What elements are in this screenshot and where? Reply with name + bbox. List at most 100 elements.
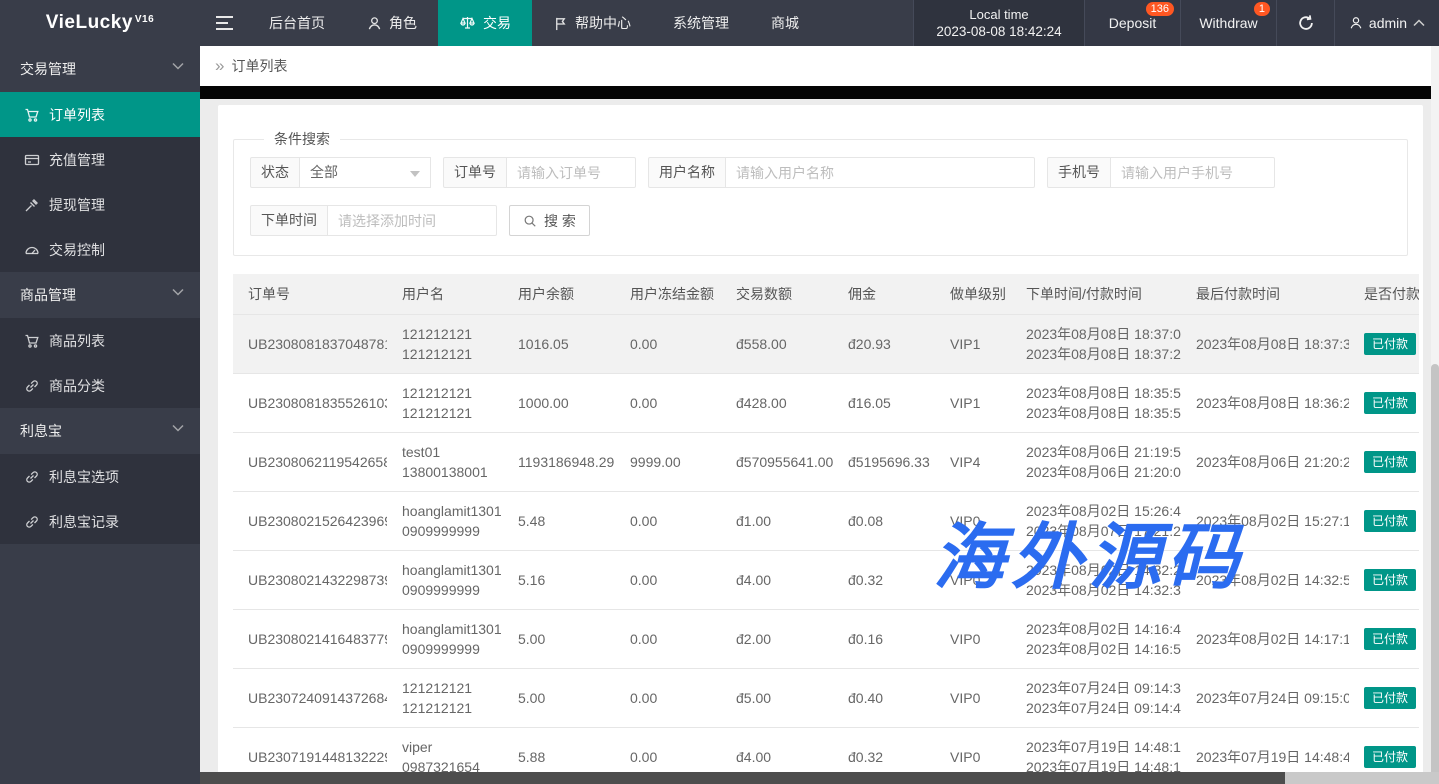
nav-item-help-center[interactable]: 帮助中心 <box>532 0 652 46</box>
nav-item-dashboard[interactable]: 后台首页 <box>248 0 346 46</box>
order-table: 订单号 用户名 用户余额 用户冻结金额 交易数额 佣金 做单级别 下单时间/付款… <box>233 274 1419 784</box>
cell-order-time: 2023年08月02日 14:16:48 2023年08月02日 14:16:5… <box>1011 610 1181 669</box>
sidebar-item-label: 利息宝记录 <box>49 512 119 532</box>
deposit-button[interactable]: Deposit 136 <box>1085 0 1181 46</box>
cell-paid-status: 已付款 <box>1349 374 1419 433</box>
username-input[interactable] <box>725 157 1035 188</box>
cell-order-no: UB2308081835526103 <box>233 374 387 433</box>
username-line1: 121212121 <box>402 678 495 698</box>
cart-icon <box>24 333 40 349</box>
table-row[interactable]: UB2308081837048781 121212121 121212121 1… <box>233 315 1419 374</box>
cell-order-no: UB2308062119542658 <box>233 433 387 492</box>
cell-level: VIP0 <box>935 669 1011 728</box>
tab-strip <box>200 86 1439 99</box>
cell-frozen: 0.00 <box>615 315 721 374</box>
withdraw-button[interactable]: Withdraw 1 <box>1181 0 1277 46</box>
sidebar-item-order-list[interactable]: 订单列表 <box>0 92 200 137</box>
cell-balance: 5.16 <box>503 551 615 610</box>
cell-last-pay-time: 2023年08月08日 18:37:34 <box>1181 315 1349 374</box>
order-time-line2: 2023年08月08日 18:35:58 <box>1026 403 1173 423</box>
order-time-field-group: 下单时间 <box>250 205 497 236</box>
table-row[interactable]: UB2308021526423969 hoanglamit1301 090999… <box>233 492 1419 551</box>
sidebar-item-recharge-mgmt[interactable]: 充值管理 <box>0 137 200 182</box>
cell-commission: đ0.32 <box>833 551 935 610</box>
status-field-group: 状态 全部 <box>250 157 431 188</box>
deposit-label: Deposit <box>1109 15 1156 31</box>
menu-collapse-icon[interactable] <box>200 0 248 46</box>
refresh-button[interactable] <box>1277 0 1335 46</box>
sidebar-group-trade-mgmt[interactable]: 交易管理 <box>0 46 200 92</box>
paid-status-badge: 已付款 <box>1364 628 1416 650</box>
search-row-2: 下单时间 搜 索 <box>250 205 1391 236</box>
cell-paid-status: 已付款 <box>1349 610 1419 669</box>
column-header-balance: 用户余额 <box>503 274 615 315</box>
cell-amount: đ2.00 <box>721 610 833 669</box>
gauge-icon <box>24 242 40 258</box>
phone-input[interactable] <box>1110 157 1275 188</box>
link-icon <box>24 514 40 530</box>
search-button-label: 搜 索 <box>544 211 576 231</box>
local-time-value: 2023-08-08 18:42:24 <box>936 23 1061 41</box>
column-header-last-pay-time: 最后付款时间 <box>1181 274 1349 315</box>
nav-item-mall[interactable]: 商城 <box>750 0 820 46</box>
phone-field-group: 手机号 <box>1047 157 1275 188</box>
column-header-order-no: 订单号 <box>233 274 387 315</box>
nav-item-roles[interactable]: 角色 <box>346 0 438 46</box>
nav-item-trade[interactable]: 交易 <box>438 0 532 46</box>
username-line1: hoanglamit1301 <box>402 560 495 580</box>
sidebar-group-interest-treasure[interactable]: 利息宝 <box>0 408 200 454</box>
nav-item-system[interactable]: 系统管理 <box>652 0 750 46</box>
cell-amount: đ558.00 <box>721 315 833 374</box>
horizontal-scrollbar-thumb[interactable] <box>200 772 1285 784</box>
paid-status-badge: 已付款 <box>1364 451 1416 473</box>
order-no-input[interactable] <box>506 157 636 188</box>
cell-username: hoanglamit1301 0909999999 <box>387 551 503 610</box>
vertical-scrollbar-thumb[interactable] <box>1431 364 1439 784</box>
column-header-order-time: 下单时间/付款时间 <box>1011 274 1181 315</box>
admin-menu[interactable]: admin <box>1335 0 1439 46</box>
page-title: 订单列表 <box>231 56 287 76</box>
cell-order-no: UB2308021432298739 <box>233 551 387 610</box>
cell-order-time: 2023年08月08日 18:37:04 2023年08月08日 18:37:2… <box>1011 315 1181 374</box>
sidebar-item-interest-records[interactable]: 利息宝记录 <box>0 499 200 544</box>
cell-order-no: UB2308021416483779 <box>233 610 387 669</box>
cell-username: hoanglamit1301 0909999999 <box>387 492 503 551</box>
cell-last-pay-time: 2023年07月24日 09:15:07 <box>1181 669 1349 728</box>
horizontal-scrollbar[interactable] <box>200 772 1439 784</box>
sidebar-item-trade-control[interactable]: 交易控制 <box>0 227 200 272</box>
cell-amount: đ428.00 <box>721 374 833 433</box>
username-label: 用户名称 <box>648 157 726 188</box>
vertical-scrollbar[interactable] <box>1431 46 1439 784</box>
table-row[interactable]: UB2308021416483779 hoanglamit1301 090999… <box>233 610 1419 669</box>
table-row[interactable]: UB2307240914372684 121212121 121212121 5… <box>233 669 1419 728</box>
sidebar-item-goods-list[interactable]: 商品列表 <box>0 318 200 363</box>
status-select[interactable]: 全部 <box>299 157 431 188</box>
admin-username: admin <box>1369 15 1407 31</box>
order-time-line1: 2023年07月19日 14:48:13 <box>1026 737 1173 757</box>
username-line2: 13800138001 <box>402 462 495 482</box>
column-header-frozen: 用户冻结金额 <box>615 274 721 315</box>
order-time-input[interactable] <box>327 205 497 236</box>
user-icon <box>1349 16 1363 30</box>
nav-item-label: 后台首页 <box>269 13 325 33</box>
sidebar-item-goods-category[interactable]: 商品分类 <box>0 363 200 408</box>
local-time-label: Local time <box>969 6 1028 23</box>
sidebar-item-interest-options[interactable]: 利息宝选项 <box>0 454 200 499</box>
order-no-field-group: 订单号 <box>443 157 636 188</box>
paid-status-badge: 已付款 <box>1364 510 1416 532</box>
sidebar-item-withdraw-mgmt[interactable]: 提现管理 <box>0 182 200 227</box>
table-row[interactable]: UB2308062119542658 test01 13800138001 11… <box>233 433 1419 492</box>
sidebar-group-goods-mgmt[interactable]: 商品管理 <box>0 272 200 318</box>
table-row[interactable]: UB2308021432298739 hoanglamit1301 090999… <box>233 551 1419 610</box>
table-row[interactable]: UB2308081835526103 121212121 121212121 1… <box>233 374 1419 433</box>
cell-level: VIP0 <box>935 551 1011 610</box>
column-header-commission: 佣金 <box>833 274 935 315</box>
search-button[interactable]: 搜 索 <box>509 205 590 236</box>
cell-paid-status: 已付款 <box>1349 315 1419 374</box>
cell-order-time: 2023年08月08日 18:35:52 2023年08月08日 18:35:5… <box>1011 374 1181 433</box>
cell-last-pay-time: 2023年08月02日 14:17:18 <box>1181 610 1349 669</box>
sidebar-group-label: 交易管理 <box>20 61 76 77</box>
sidebar-group-interest-children: 利息宝选项 利息宝记录 <box>0 454 200 544</box>
main-menu: 后台首页 角色 交易 帮助中心 系统管理 商城 <box>248 0 820 46</box>
sidebar-group-trade-children: 订单列表 充值管理 提现管理 交易控制 <box>0 92 200 272</box>
